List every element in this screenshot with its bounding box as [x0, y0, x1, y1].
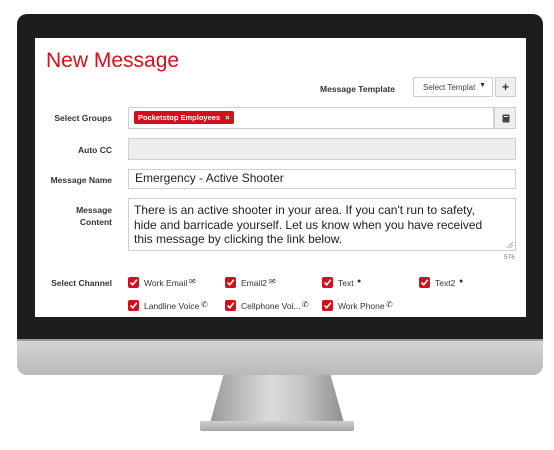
- channel-checkbox-text[interactable]: [322, 277, 333, 288]
- template-select[interactable]: Select Templat ▼: [413, 77, 493, 97]
- channel-label-text: Text: [338, 278, 354, 288]
- chat-bubble-icon: ●: [357, 278, 362, 285]
- char-counter: 576: [504, 254, 515, 261]
- resize-handle-icon: [507, 242, 513, 248]
- add-template-button[interactable]: +: [495, 77, 516, 97]
- chat-bubble-icon: ●: [459, 278, 464, 285]
- channel-label-text2: Text2: [435, 278, 456, 288]
- channel-checkbox-landline-voice[interactable]: [128, 300, 139, 311]
- app-screen: New Message Message Template Select Temp…: [35, 38, 526, 317]
- select-groups-label: Select Groups: [54, 113, 112, 123]
- message-name-label: Message Name: [50, 175, 112, 185]
- message-name-value: Emergency - Active Shooter: [135, 171, 284, 185]
- group-tag-label: Pocketstop Employees: [138, 113, 221, 122]
- groups-input[interactable]: Pocketstop Employees ×: [128, 107, 494, 129]
- message-content-textarea[interactable]: There is an active shooter in your area.…: [128, 198, 516, 251]
- message-name-input[interactable]: Emergency - Active Shooter: [128, 169, 516, 189]
- chevron-down-icon: ▼: [479, 82, 486, 89]
- monitor-stand-neck: [210, 375, 344, 423]
- channel-checkbox-work-email[interactable]: [128, 277, 139, 288]
- channel-checkbox-cellphone-voice[interactable]: [225, 300, 236, 311]
- message-template-label: Message Template: [320, 84, 395, 94]
- envelope-icon: ✉: [189, 277, 196, 286]
- page-title: New Message: [46, 49, 180, 72]
- channel-label-email2: Email2: [241, 278, 267, 288]
- envelope-icon: ✉: [269, 277, 276, 286]
- channel-label-work-phone: Work Phone: [338, 301, 385, 311]
- message-content-value: There is an active shooter in your area.…: [134, 203, 483, 246]
- phone-icon: ✆: [386, 300, 393, 309]
- tag-remove-icon[interactable]: ×: [225, 113, 229, 122]
- monitor-divider: [17, 339, 543, 341]
- channel-checkbox-work-phone[interactable]: [322, 300, 333, 311]
- message-content-label-line1: Message: [76, 205, 112, 215]
- group-tag[interactable]: Pocketstop Employees ×: [134, 111, 234, 124]
- channel-label-cellphone-voice: Cellphone Voi...: [241, 301, 301, 311]
- select-channel-label: Select Channel: [51, 278, 112, 288]
- monitor-chin: [17, 339, 543, 375]
- monitor-stand-foot: [200, 421, 354, 431]
- template-select-value: Select Templat: [423, 83, 476, 92]
- phone-icon: ✆: [201, 300, 208, 309]
- message-content-label: Message Content: [35, 204, 112, 228]
- channel-label-work-email: Work Email: [144, 278, 188, 288]
- channel-label-landline-voice: Landline Voice: [144, 301, 200, 311]
- auto-cc-label: Auto CC: [78, 145, 112, 155]
- channel-checkbox-email2[interactable]: [225, 277, 236, 288]
- auto-cc-field: [128, 138, 516, 160]
- phone-icon: ✆: [302, 300, 309, 309]
- message-content-label-line2: Content: [79, 217, 112, 227]
- groups-book-button[interactable]: [494, 107, 516, 129]
- address-book-icon: [502, 114, 510, 123]
- channel-checkbox-text2[interactable]: [419, 277, 430, 288]
